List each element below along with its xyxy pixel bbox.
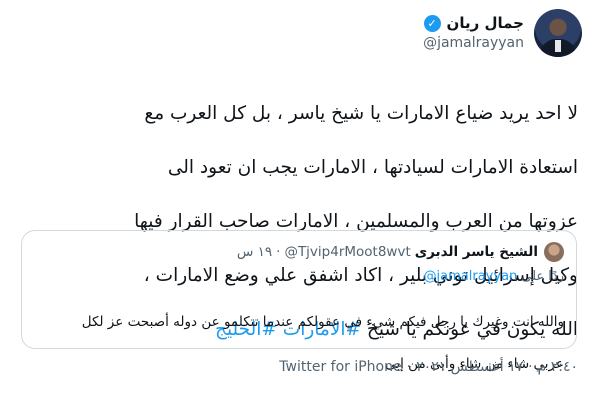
- quoted-line-1: والله انت وغيرك يا رجل فيكم شيء في عقولك…: [81, 314, 564, 330]
- tweet-line-1: لا احد يريد ضياع الامارات يا شيخ ياسر ، …: [144, 103, 578, 124]
- author-display-name[interactable]: جمال ريان: [447, 14, 524, 32]
- meta-separator-2: ·: [406, 359, 412, 375]
- tweet-line-2: استعادة الامارات لسيادتها ، الامارات يجب…: [167, 157, 578, 178]
- author-handle[interactable]: @jamalrayyan: [423, 35, 524, 51]
- quoted-time: ١٩ س: [236, 244, 273, 260]
- avatar-collar: [555, 40, 561, 52]
- tweet-time-link[interactable]: ٢:٤٠ م: [538, 359, 578, 375]
- quoted-reply-context: ردًا على @jamalrayyan: [424, 269, 564, 284]
- reply-prefix: ردًا على: [521, 269, 564, 284]
- quoted-header: الشيخ ياسر الدبرى @Tjvip4rMoot8wvt · ١٩ …: [237, 242, 538, 262]
- quoted-handle: @Tjvip4rMoot8wvt: [284, 244, 411, 260]
- quoted-author-avatar: [544, 242, 564, 262]
- author-avatar[interactable]: [534, 9, 582, 57]
- reply-mention-link[interactable]: @jamalrayyan: [424, 269, 518, 284]
- meta-separator-1: ·: [528, 359, 533, 375]
- tweet-source-link[interactable]: Twitter for iPhone: [279, 359, 401, 375]
- quoted-tweet-card[interactable]: الشيخ ياسر الدبرى @Tjvip4rMoot8wvt · ١٩ …: [21, 230, 577, 372]
- tweet-meta: ٢:٤٠ م · ١٧ أغسطس ٢٠٢١ · Twitter for iPh…: [279, 359, 578, 375]
- tweet-date-link[interactable]: ١٧ أغسطس ٢٠٢١: [416, 359, 523, 375]
- verified-badge-icon: ✓: [423, 14, 441, 32]
- author-name-row: جمال ريان ✓: [423, 13, 524, 33]
- quoted-display-name: الشيخ ياسر الدبرى: [414, 244, 538, 260]
- quoted-text: والله انت وغيرك يا رجل فيكم شيء في عقولك…: [34, 291, 564, 396]
- quoted-separator: ·: [276, 244, 281, 260]
